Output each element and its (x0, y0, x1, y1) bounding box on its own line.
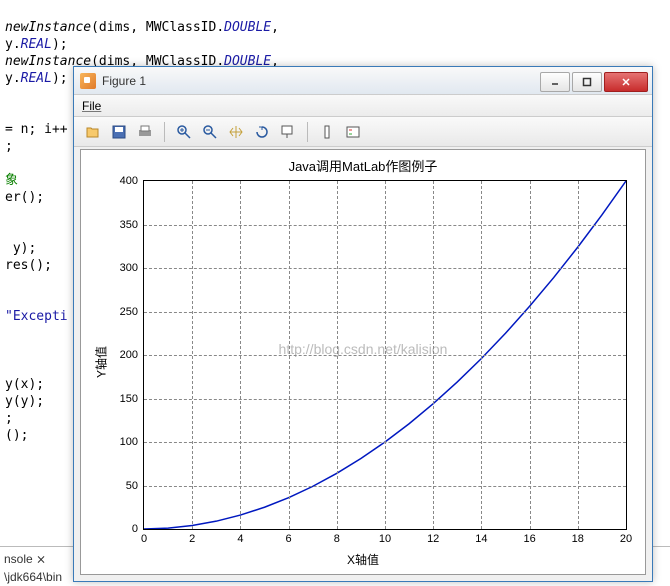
x-tick-label: 12 (427, 533, 439, 545)
toolbar (74, 117, 652, 147)
x-tick-label: 2 (189, 533, 195, 545)
x-tick-label: 0 (141, 533, 147, 545)
grid-line (144, 355, 626, 356)
grid-line (144, 268, 626, 269)
x-tick-label: 14 (475, 533, 487, 545)
x-tick-label: 4 (237, 533, 243, 545)
grid-line (144, 442, 626, 443)
x-tick-label: 20 (620, 533, 632, 545)
chart-title: Java调用MatLab作图例子 (81, 156, 645, 175)
legend-icon[interactable] (342, 121, 364, 143)
x-tick-label: 10 (379, 533, 391, 545)
grid-line (144, 312, 626, 313)
x-axis-label: X轴值 (81, 551, 645, 568)
file-menu[interactable]: File (82, 99, 101, 113)
y-tick-label: 350 (120, 219, 138, 231)
datacursor-icon[interactable] (277, 121, 299, 143)
grid-line (144, 399, 626, 400)
y-axis-label: Y轴值 (93, 346, 110, 378)
window-title: Figure 1 (102, 74, 146, 88)
open-icon[interactable] (82, 121, 104, 143)
y-tick-label: 150 (120, 393, 138, 405)
axes[interactable]: 0246810121416182005010015020025030035040… (143, 180, 627, 530)
menubar: File (74, 95, 652, 117)
minimize-button[interactable] (540, 72, 570, 92)
plot-container: Java调用MatLab作图例子 Y轴值 X轴值 http://blog.csd… (80, 149, 646, 575)
y-tick-label: 100 (120, 436, 138, 448)
grid-line (144, 486, 626, 487)
y-tick-label: 250 (120, 306, 138, 318)
console-tab[interactable]: nsole ⨯ (0, 552, 46, 566)
matlab-icon (80, 73, 96, 89)
rotate-icon[interactable] (251, 121, 273, 143)
close-button[interactable] (604, 72, 648, 92)
x-tick-label: 16 (523, 533, 535, 545)
y-tick-label: 300 (120, 262, 138, 274)
code-text: newInstance (5, 20, 91, 35)
figure-window: Figure 1 File Java调用MatLab作图例子 Y轴值 X轴值 h… (73, 66, 653, 582)
x-tick-label: 6 (286, 533, 292, 545)
zoom-in-icon[interactable] (173, 121, 195, 143)
jdk-path: \jdk664\bin (0, 570, 62, 584)
x-tick-label: 18 (572, 533, 584, 545)
toolbar-separator (164, 122, 165, 142)
y-tick-label: 400 (120, 175, 138, 187)
y-tick-label: 50 (126, 480, 138, 492)
print-icon[interactable] (134, 121, 156, 143)
grid-line (144, 225, 626, 226)
zoom-out-icon[interactable] (199, 121, 221, 143)
y-tick-label: 0 (132, 523, 138, 535)
colorbar-icon[interactable] (316, 121, 338, 143)
titlebar[interactable]: Figure 1 (74, 67, 652, 95)
pan-icon[interactable] (225, 121, 247, 143)
save-icon[interactable] (108, 121, 130, 143)
y-tick-label: 200 (120, 349, 138, 361)
x-tick-label: 8 (334, 533, 340, 545)
toolbar-separator (307, 122, 308, 142)
maximize-button[interactable] (572, 72, 602, 92)
